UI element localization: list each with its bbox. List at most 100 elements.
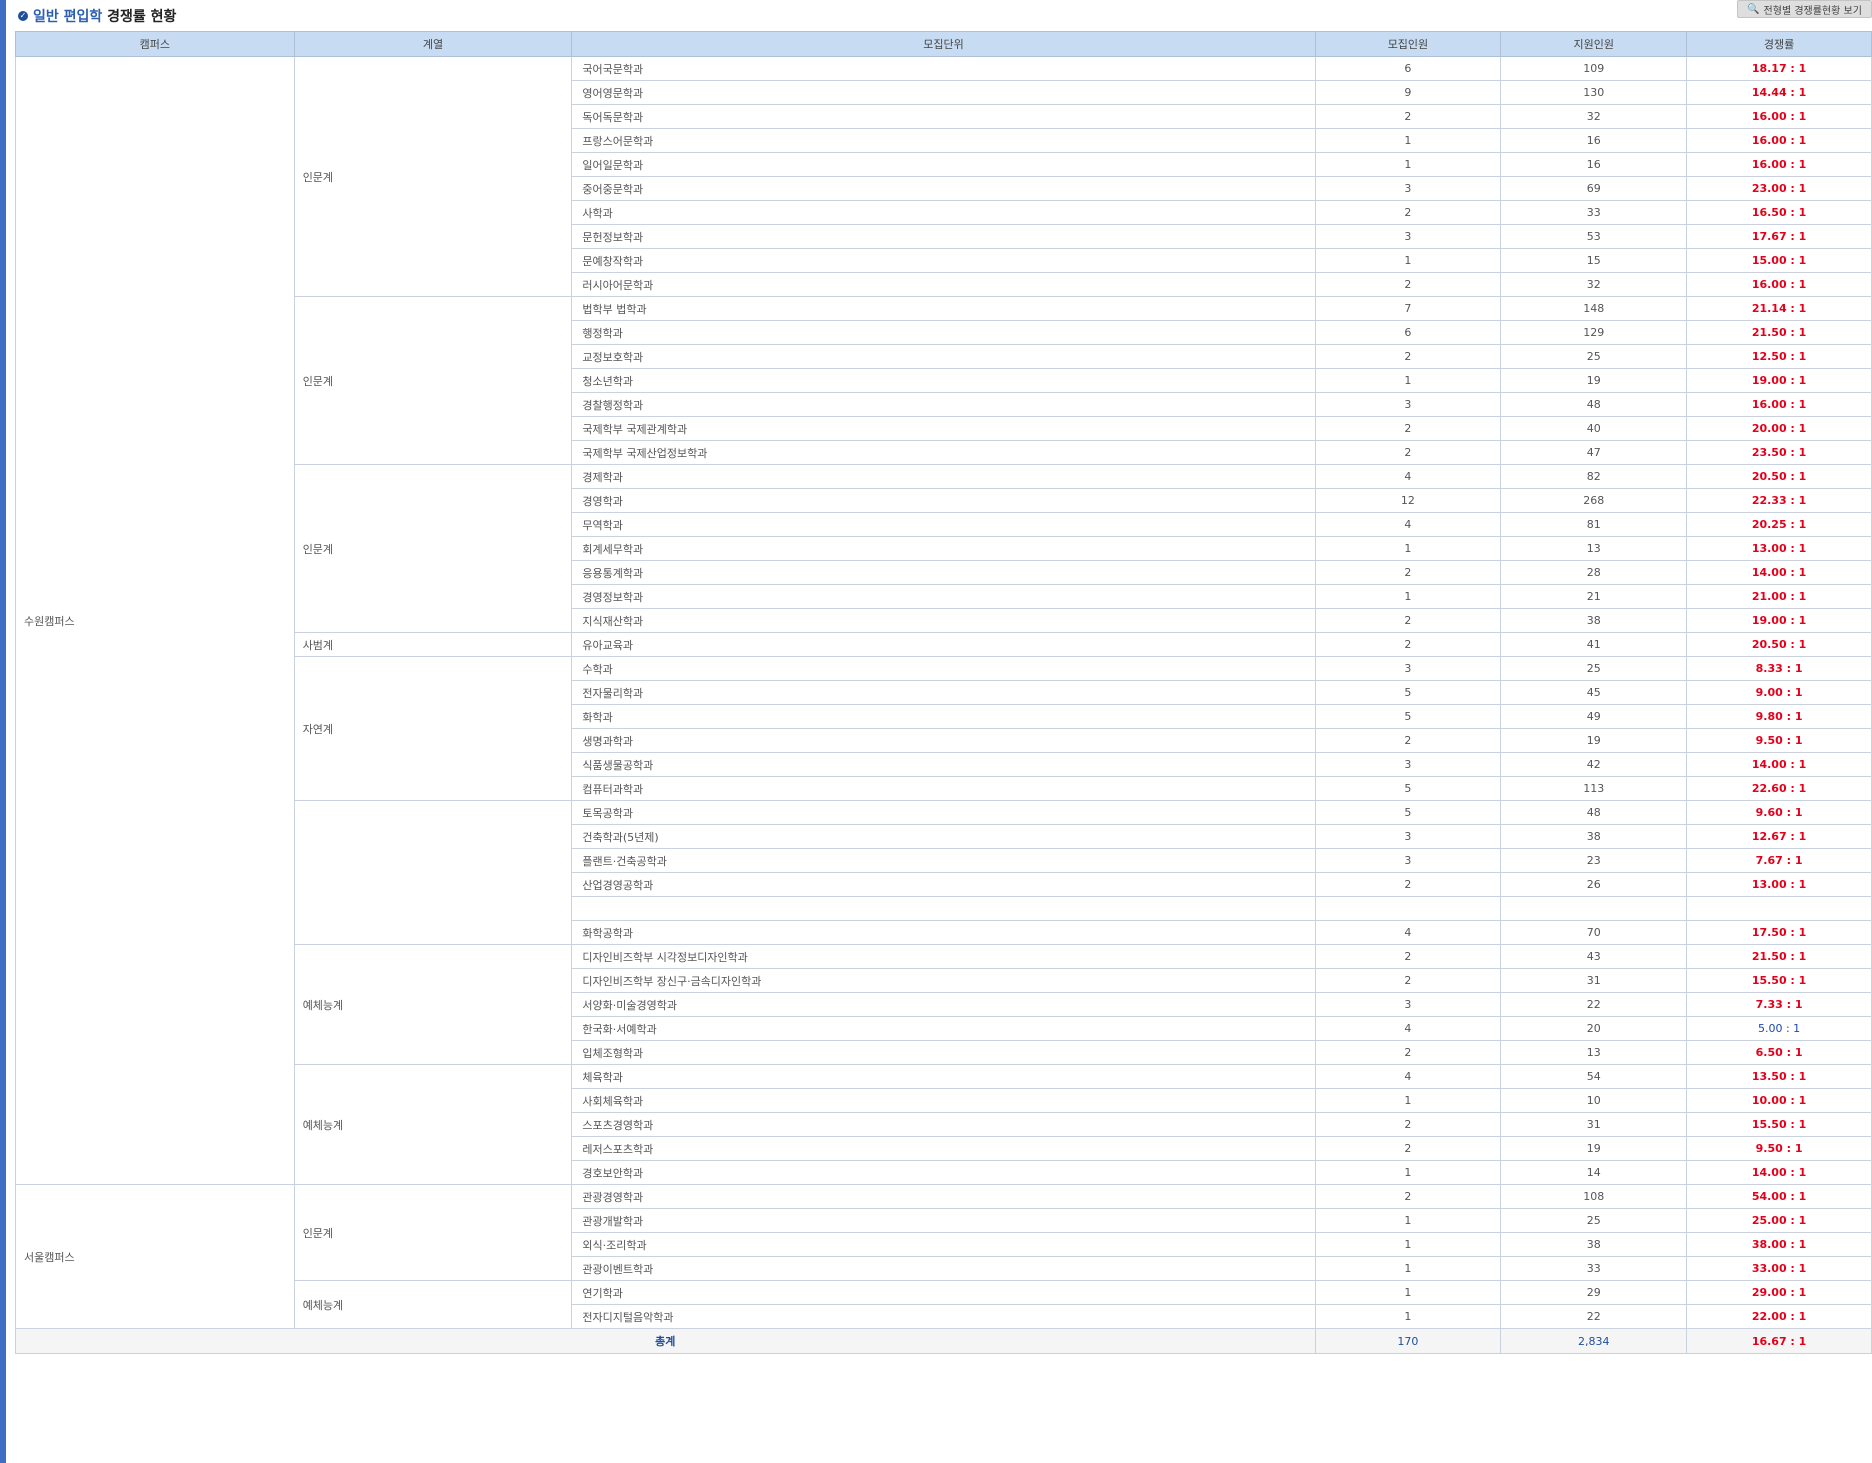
check-circle-icon: ✓ — [18, 11, 28, 21]
quota-cell: 4 — [1314, 920, 1502, 945]
quota-cell: 1 — [1314, 128, 1502, 153]
rate-cell: 19.00 : 1 — [1686, 608, 1872, 633]
rate-cell: 10.00 : 1 — [1686, 1088, 1872, 1113]
applicants-cell: 82 — [1500, 464, 1688, 489]
rate-cell: 14.00 : 1 — [1686, 752, 1872, 777]
applicants-cell: 130 — [1500, 80, 1688, 105]
applicants-cell: 113 — [1500, 776, 1688, 801]
applicants-cell: 19 — [1500, 1136, 1688, 1161]
applicants-cell: 81 — [1500, 512, 1688, 537]
quota-cell: 2 — [1314, 560, 1502, 585]
quota-cell: 2 — [1314, 1112, 1502, 1137]
quota-cell: 2 — [1314, 728, 1502, 753]
unit-cell: 토목공학과 — [571, 800, 1316, 825]
applicants-cell: 69 — [1500, 176, 1688, 201]
quota-cell: 2 — [1314, 1136, 1502, 1161]
view-button-label: 전형별 경쟁률현황 보기 — [1763, 5, 1862, 17]
applicants-cell: 20 — [1500, 1016, 1688, 1041]
unit-cell: 입체조형학과 — [571, 1040, 1316, 1065]
applicants-cell: 70 — [1500, 920, 1688, 945]
header-applicants: 지원인원 — [1500, 31, 1688, 57]
unit-cell: 서양화·미술경영학과 — [571, 992, 1316, 1017]
rate-cell: 17.67 : 1 — [1686, 224, 1872, 249]
quota-cell: 1 — [1314, 1232, 1502, 1257]
rate-cell — [1686, 896, 1872, 921]
unit-cell: 외식·조리학과 — [571, 1232, 1316, 1257]
rate-cell: 22.60 : 1 — [1686, 776, 1872, 801]
quota-cell: 1 — [1314, 248, 1502, 273]
unit-cell: 응용통계학과 — [571, 560, 1316, 585]
applicants-cell: 32 — [1500, 272, 1688, 297]
applicants-cell: 10 — [1500, 1088, 1688, 1113]
quota-cell: 2 — [1314, 440, 1502, 465]
unit-cell: 국제학부 국제산업정보학과 — [571, 440, 1316, 465]
applicants-cell: 29 — [1500, 1280, 1688, 1305]
quota-cell: 1 — [1314, 1304, 1502, 1329]
unit-cell: 전자디지털음악학과 — [571, 1304, 1316, 1329]
quota-cell: 5 — [1314, 680, 1502, 705]
table-row: 예체능계 체육학과 4 54 13.50 : 1 — [16, 1064, 1872, 1185]
rate-cell: 20.50 : 1 — [1686, 632, 1872, 657]
rate-cell: 9.60 : 1 — [1686, 800, 1872, 825]
quota-cell: 4 — [1314, 1064, 1502, 1089]
applicants-cell: 38 — [1500, 608, 1688, 633]
applicants-cell: 31 — [1500, 968, 1688, 993]
unit-cell: 국제학부 국제관계학과 — [571, 416, 1316, 441]
unit-cell — [571, 896, 1316, 921]
header-field: 계열 — [293, 31, 573, 57]
table-row: 예체능계 디자인비즈학부 시각정보디자인학과 2 43 21.50 : 1 — [16, 944, 1872, 1065]
rate-cell: 29.00 : 1 — [1686, 1280, 1872, 1305]
rate-cell: 54.00 : 1 — [1686, 1184, 1872, 1209]
quota-cell: 6 — [1314, 320, 1502, 345]
applicants-cell: 14 — [1500, 1160, 1688, 1185]
unit-cell: 사학과 — [571, 200, 1316, 225]
quota-cell: 7 — [1314, 296, 1502, 321]
quota-cell: 3 — [1314, 656, 1502, 681]
quota-cell: 5 — [1314, 776, 1502, 801]
quota-cell — [1314, 896, 1502, 921]
quota-cell: 1 — [1314, 1160, 1502, 1185]
applicants-cell: 22 — [1500, 1304, 1688, 1329]
rate-cell: 7.33 : 1 — [1686, 992, 1872, 1017]
rate-cell: 14.00 : 1 — [1686, 1160, 1872, 1185]
unit-cell: 유아교육과 — [571, 632, 1316, 657]
applicants-cell: 13 — [1500, 1040, 1688, 1065]
applicants-cell: 40 — [1500, 416, 1688, 441]
quota-cell: 4 — [1314, 512, 1502, 537]
view-by-admission-type-button[interactable]: 🔍 전형별 경쟁률현황 보기 — [1737, 0, 1872, 18]
applicants-cell: 28 — [1500, 560, 1688, 585]
applicants-cell: 16 — [1500, 152, 1688, 177]
table-row: 인문계 법학부 법학과 7 148 21.14 : 1 — [16, 296, 1872, 465]
applicants-cell: 49 — [1500, 704, 1688, 729]
rate-cell: 23.00 : 1 — [1686, 176, 1872, 201]
campus-cell: 수원캠퍼스 — [15, 56, 295, 1185]
field-cell: 예체능계 — [293, 944, 573, 1065]
applicants-cell: 15 — [1500, 248, 1688, 273]
quota-cell: 1 — [1314, 584, 1502, 609]
rate-cell: 12.50 : 1 — [1686, 344, 1872, 369]
quota-cell: 3 — [1314, 176, 1502, 201]
rate-cell: 22.00 : 1 — [1686, 1304, 1872, 1329]
applicants-cell: 33 — [1500, 1256, 1688, 1281]
applicants-cell: 22 — [1500, 992, 1688, 1017]
rate-cell: 6.50 : 1 — [1686, 1040, 1872, 1065]
quota-cell: 2 — [1314, 872, 1502, 897]
unit-cell: 문예창작학과 — [571, 248, 1316, 273]
section-header: ✓ 일반 편입학 경쟁률 현황 — [18, 4, 176, 28]
rate-cell: 16.00 : 1 — [1686, 128, 1872, 153]
applicants-cell: 48 — [1500, 800, 1688, 825]
unit-cell: 레저스포츠학과 — [571, 1136, 1316, 1161]
unit-cell: 경찰행정학과 — [571, 392, 1316, 417]
quota-cell: 2 — [1314, 968, 1502, 993]
rate-cell: 16.00 : 1 — [1686, 272, 1872, 297]
unit-cell: 관광이벤트학과 — [571, 1256, 1316, 1281]
applicants-cell — [1500, 896, 1688, 921]
table-row: 자연계 수학과 3 25 8.33 : 1 — [16, 656, 1872, 801]
applicants-cell: 13 — [1500, 536, 1688, 561]
unit-cell: 수학과 — [571, 656, 1316, 681]
unit-cell: 체육학과 — [571, 1064, 1316, 1089]
rate-cell: 14.44 : 1 — [1686, 80, 1872, 105]
field-cell — [293, 800, 573, 945]
table-row: 서울캠퍼스 인문계 관광경영학과 2 108 54.00 : 1 — [15, 1184, 1872, 1329]
rate-cell: 13.00 : 1 — [1686, 536, 1872, 561]
